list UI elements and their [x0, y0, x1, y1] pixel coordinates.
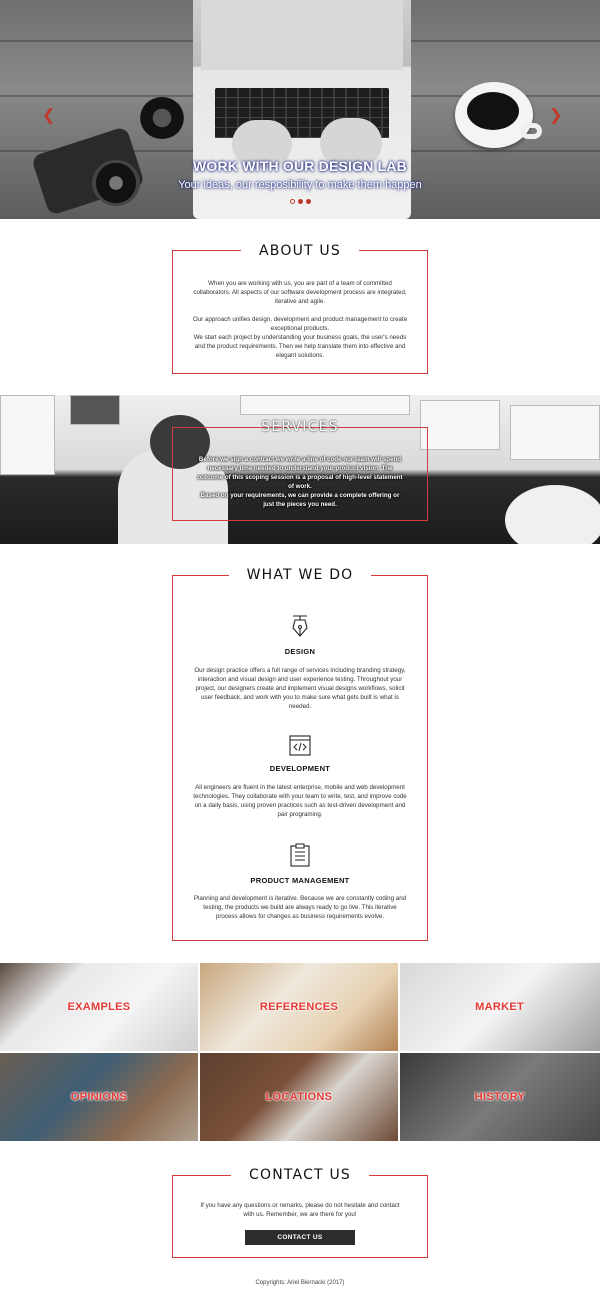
design-heading: DESIGN: [284, 647, 316, 656]
gallery-tile-history[interactable]: HISTORY: [400, 1053, 600, 1141]
next-slide-arrow-icon[interactable]: ❯: [549, 105, 562, 125]
development-heading: DEVELOPMENT: [269, 764, 331, 773]
tile-label: REFERENCES: [259, 1001, 339, 1013]
about-text: When you are working with us, you are pa…: [190, 279, 410, 360]
gallery-grid: EXAMPLES REFERENCES MARKET OPINIONS LOCA…: [0, 963, 600, 1142]
services-paragraph: Before we sign a contract we write a lin…: [197, 456, 403, 490]
contact-title: CONTACT US: [0, 1167, 600, 1183]
slide-indicators: [290, 199, 311, 204]
gallery-tile-references[interactable]: REFERENCES: [200, 963, 398, 1051]
services-paragraph: Based on your requirements, we can provi…: [200, 492, 400, 508]
about-paragraph: Our approach unifies design, development…: [192, 316, 408, 332]
tile-label: MARKET: [475, 1001, 524, 1013]
slide-dot[interactable]: [290, 199, 295, 204]
tile-label: LOCATIONS: [265, 1091, 333, 1103]
design-text: Our design practice offers a full range …: [194, 667, 406, 710]
gallery-tile-opinions[interactable]: OPINIONS: [0, 1053, 198, 1141]
code-icon: [289, 735, 311, 756]
paper-image: [240, 395, 410, 415]
contact-text: If you have any questions or remarks, pl…: [200, 1202, 400, 1218]
laptop-screen: [201, 0, 403, 70]
contact-us-button[interactable]: CONTACT US: [245, 1230, 355, 1245]
development-text: All engineers are fluent in the latest e…: [193, 784, 407, 818]
gallery-tile-market[interactable]: MARKET: [400, 963, 600, 1051]
about-paragraph: We start each project by understanding y…: [193, 334, 407, 359]
hero-slider: ❮ ❯ WORK WITH OUR DESIGN LAB Your ideas,…: [0, 0, 600, 219]
hero-title: WORK WITH OUR DESIGN LAB: [192, 158, 407, 174]
what-we-do-title: WHAT WE DO: [0, 567, 600, 583]
camera-lens-image: [140, 97, 184, 139]
about-paragraph: When you are working with us, you are pa…: [193, 280, 407, 305]
services-title: SERVICES: [261, 419, 339, 435]
hero-subtitle: Your ideas, our resposibility to make th…: [178, 179, 422, 191]
chair-image: [505, 485, 600, 544]
footer-copyright: Copyrights: Ariel Biernacki (2017): [255, 1280, 345, 1286]
gallery-tile-examples[interactable]: EXAMPLES: [0, 963, 198, 1051]
tile-label: EXAMPLES: [67, 1001, 131, 1013]
coffee-cup-image: [455, 82, 533, 148]
paper-image: [0, 395, 55, 475]
clipboard-icon: [290, 843, 310, 867]
product-management-heading: PRODUCT MANAGEMENT: [250, 876, 350, 885]
slide-dot[interactable]: [298, 199, 303, 204]
coffee-cup-handle: [520, 123, 542, 139]
product-management-text: Planning and development is iterative. B…: [193, 895, 407, 920]
services-text: Before we sign a contract we write a lin…: [195, 455, 405, 509]
slide-dot[interactable]: [306, 199, 311, 204]
tile-label: OPINIONS: [70, 1091, 128, 1103]
prev-slide-arrow-icon[interactable]: ❮: [42, 105, 55, 125]
about-title: ABOUT US: [0, 243, 600, 259]
gallery-tile-locations[interactable]: LOCATIONS: [200, 1053, 398, 1141]
tile-label: HISTORY: [474, 1091, 526, 1103]
pen-tool-icon: [292, 615, 308, 637]
